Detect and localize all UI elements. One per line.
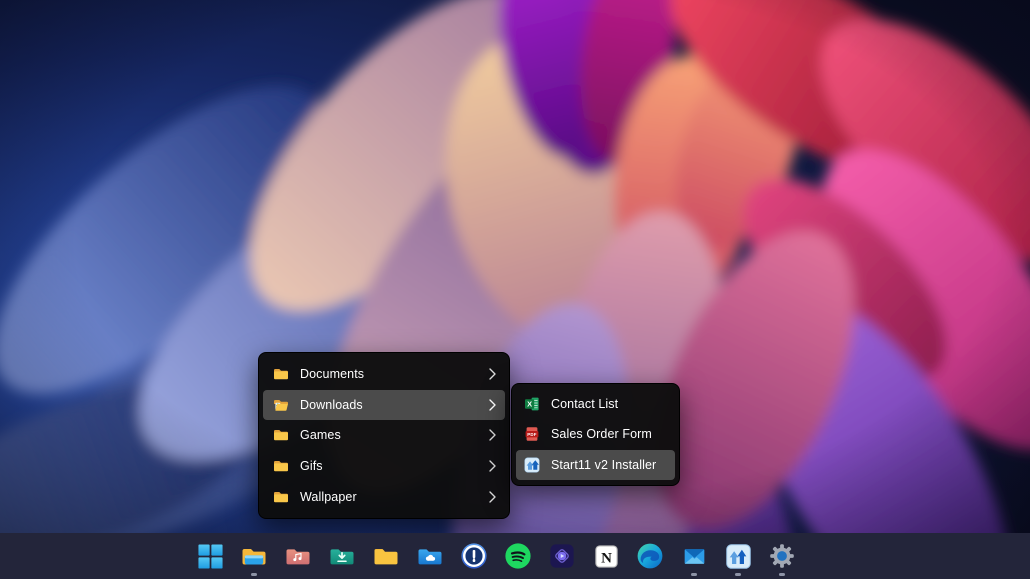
taskbar-clipchamp-button[interactable] — [540, 533, 584, 579]
svg-text:PDF: PDF — [527, 432, 536, 437]
settings-gear-icon — [768, 542, 796, 570]
chevron-right-icon — [489, 368, 496, 380]
svg-text:X: X — [527, 400, 532, 409]
start11-app-icon — [524, 457, 540, 473]
wallpaper — [0, 0, 1030, 579]
submenu-item-sales-order-form[interactable]: PDF Sales Order Form — [516, 419, 675, 449]
folder-open-download-icon — [273, 397, 289, 413]
submenu-item-start11-installer[interactable]: Start11 v2 Installer — [516, 450, 675, 480]
taskbar-notion-button[interactable]: N — [584, 533, 628, 579]
spotify-icon — [504, 542, 532, 570]
music-folder-icon — [284, 542, 312, 570]
taskbar-onedrive-folder-button[interactable] — [408, 533, 452, 579]
start11-app-icon — [725, 543, 752, 570]
taskbar-downloads-folder-button[interactable] — [320, 533, 364, 579]
taskbar-icon-row: N — [188, 533, 804, 579]
taskbar-settings-button[interactable] — [760, 533, 804, 579]
menu-item-wallpaper[interactable]: Wallpaper — [263, 481, 505, 512]
submenu-item-label: Contact List — [551, 397, 618, 411]
1password-icon — [460, 542, 488, 570]
mail-icon — [681, 543, 708, 570]
taskbar-start11-button[interactable] — [716, 533, 760, 579]
notion-icon: N — [593, 543, 620, 570]
running-indicator — [251, 573, 257, 576]
taskbar-file-explorer-button[interactable] — [232, 533, 276, 579]
menu-item-documents[interactable]: Documents — [263, 359, 505, 390]
chevron-right-icon — [489, 460, 496, 472]
menu-item-label: Documents — [300, 367, 364, 381]
menu-item-label: Wallpaper — [300, 490, 357, 504]
running-indicator — [691, 573, 697, 576]
taskbar-1password-button[interactable] — [452, 533, 496, 579]
windows-logo-icon — [197, 543, 224, 570]
svg-text:N: N — [601, 550, 612, 566]
folder-icon — [273, 489, 289, 505]
clipchamp-icon — [549, 543, 575, 569]
desktop: Documents Downloads G — [0, 0, 1030, 579]
excel-file-icon: X — [524, 396, 540, 412]
downloads-submenu: X Contact List PDF Sales Order Form — [511, 383, 680, 486]
menu-item-downloads[interactable]: Downloads — [263, 390, 505, 421]
submenu-item-label: Start11 v2 Installer — [551, 458, 656, 472]
folder-context-menu: Documents Downloads G — [258, 352, 510, 519]
menu-item-label: Downloads — [300, 398, 363, 412]
running-indicator — [779, 573, 785, 576]
submenu-item-label: Sales Order Form — [551, 427, 652, 441]
taskbar-mail-button[interactable] — [672, 533, 716, 579]
folder-icon — [372, 542, 400, 570]
file-explorer-icon — [240, 542, 268, 570]
download-folder-icon — [328, 542, 356, 570]
menu-item-label: Games — [300, 428, 341, 442]
taskbar-spotify-button[interactable] — [496, 533, 540, 579]
folder-icon — [273, 366, 289, 382]
taskbar-edge-button[interactable] — [628, 533, 672, 579]
submenu-item-contact-list[interactable]: X Contact List — [516, 389, 675, 419]
menu-item-gifs[interactable]: Gifs — [263, 451, 505, 482]
folder-icon — [273, 427, 289, 443]
running-indicator — [735, 573, 741, 576]
taskbar-music-folder-button[interactable] — [276, 533, 320, 579]
menu-item-label: Gifs — [300, 459, 323, 473]
taskbar-start-button[interactable] — [188, 533, 232, 579]
folder-icon — [273, 458, 289, 474]
taskbar: N — [0, 533, 1030, 579]
chevron-right-icon — [489, 429, 496, 441]
menu-item-games[interactable]: Games — [263, 420, 505, 451]
chevron-right-icon — [489, 491, 496, 503]
pdf-file-icon: PDF — [524, 426, 540, 442]
chevron-right-icon — [489, 399, 496, 411]
edge-browser-icon — [636, 542, 664, 570]
cloud-folder-icon — [416, 542, 444, 570]
taskbar-folder-button[interactable] — [364, 533, 408, 579]
